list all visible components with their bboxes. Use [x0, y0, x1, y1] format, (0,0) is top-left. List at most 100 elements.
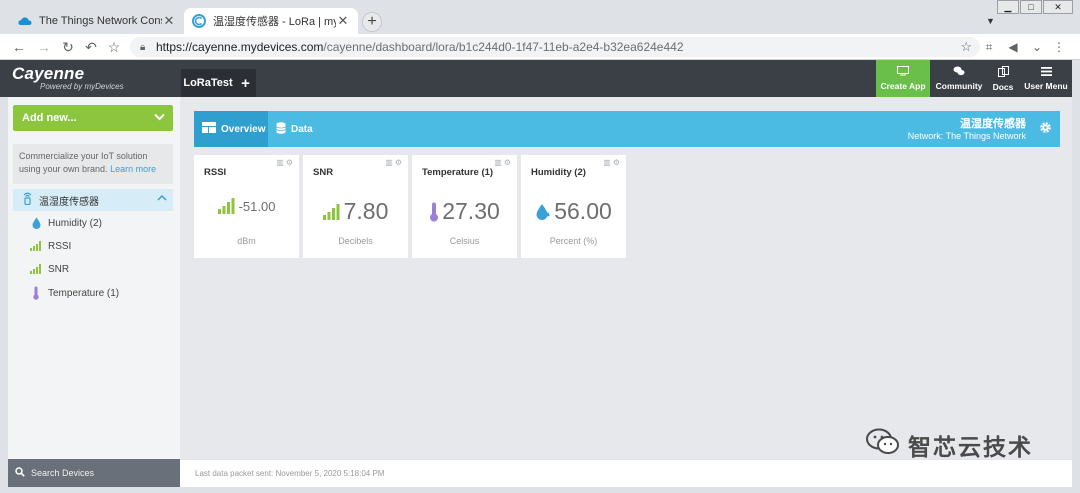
white-label-promo: Commercialize your IoT solution using yo…: [13, 144, 173, 184]
chevron-up-icon[interactable]: [157, 193, 167, 204]
widget-value: 7.80: [343, 198, 389, 224]
sidebar-item-temperature[interactable]: Temperature (1): [30, 284, 119, 302]
device-title: 温湿度传感器: [960, 118, 1026, 130]
kebab-menu-icon[interactable]: ⋮: [1050, 38, 1068, 56]
window-frame-left: [0, 97, 8, 493]
browser-tab-title: The Things Network Console: [39, 15, 162, 27]
signal-bars-icon: [30, 264, 42, 274]
create-app-button[interactable]: Create App: [876, 60, 930, 97]
new-tab-button[interactable]: +: [362, 12, 382, 32]
chart-icon[interactable]: ▥: [276, 158, 286, 167]
watermark-text: 智芯云技术: [908, 434, 1033, 460]
signal-bars-icon: [322, 203, 341, 220]
add-new-button[interactable]: Add new...: [13, 105, 173, 131]
cayenne-logo-icon: [192, 14, 206, 28]
hamburger-icon: [1040, 66, 1052, 79]
chart-icon[interactable]: ▥: [494, 158, 504, 167]
gear-icon[interactable]: [1039, 121, 1052, 137]
widget-tools: ▥⚙: [494, 158, 513, 167]
widget-humidity[interactable]: Humidity (2) ▥⚙ 56.00 Percent (%): [521, 155, 626, 258]
browser-tab-ttn[interactable]: The Things Network Console ✕: [10, 8, 184, 34]
add-project-button[interactable]: +: [235, 69, 256, 97]
undo-icon[interactable]: ↶: [82, 38, 100, 56]
docs-button[interactable]: Docs: [988, 60, 1018, 97]
chat-bubbles-icon: [953, 66, 965, 79]
widget-title: Temperature (1): [422, 167, 494, 178]
device-toolbar: Overview Data 温湿度传感器 Network: The Things…: [194, 111, 1060, 147]
url-field[interactable]: 🔒︎ https://cayenne.mydevices.com/cayenne…: [130, 37, 980, 57]
gear-icon[interactable]: ⚙: [395, 158, 404, 167]
browser-tab-title: 温湿度传感器 - LoRa | myDevic: [213, 16, 336, 28]
overview-icon: [202, 122, 216, 136]
widget-title: SNR: [313, 167, 334, 178]
project-tab[interactable]: LoRaTest: [181, 69, 235, 97]
crop-icon[interactable]: ⌗: [980, 38, 998, 56]
chevron-down-icon: [154, 110, 165, 124]
tab-search-icon[interactable]: ▼: [986, 16, 995, 26]
reload-icon[interactable]: ↻: [59, 38, 77, 56]
cloud-icon: [18, 14, 32, 28]
url-host: https://cayenne.mydevices.com: [156, 40, 324, 54]
app-header: Cayenne Powered by myDevices LoRaTest + …: [0, 60, 1080, 97]
bookmark-star-icon[interactable]: ☆: [105, 38, 123, 56]
close-icon[interactable]: ✕: [162, 13, 176, 29]
back-arrow-icon[interactable]: ←: [10, 38, 28, 56]
sidebar-item-label: RSSI: [48, 240, 72, 252]
dashboard-main: Overview Data 温湿度传感器 Network: The Things…: [180, 97, 1072, 459]
thermometer-icon: [30, 286, 42, 300]
chevrons-down-icon[interactable]: ⌄: [1028, 38, 1046, 56]
docs-icon: [997, 65, 1009, 80]
close-icon[interactable]: ✕: [336, 13, 350, 29]
community-label: Community: [935, 81, 983, 91]
gear-icon[interactable]: ⚙: [613, 158, 622, 167]
widget-rssi[interactable]: RSSI ▥⚙ -51.00 dBm: [194, 155, 299, 258]
chart-icon[interactable]: ▥: [603, 158, 613, 167]
maximize-icon[interactable]: □: [1020, 0, 1042, 14]
brand-name: Cayenne: [12, 64, 85, 83]
network-label: Network: The Things Network: [907, 131, 1026, 141]
gear-icon[interactable]: ⚙: [504, 158, 513, 167]
signal-bars-icon: [30, 241, 42, 251]
browser-tab-cayenne[interactable]: 温湿度传感器 - LoRa | myDevic ✕: [184, 8, 358, 34]
widget-title: RSSI: [204, 167, 227, 178]
widget-temperature[interactable]: Temperature (1) ▥⚙ 27.30 Celsius: [412, 155, 517, 258]
window-frame-bottom: [0, 487, 1080, 493]
sidebar-device-header[interactable]: 温湿度传感器: [13, 189, 173, 211]
widget-value: 56.00: [554, 198, 612, 224]
url-path: /cayenne/dashboard/lora/b1c244d0-1f47-11…: [323, 40, 684, 54]
search-icon: [15, 466, 25, 480]
widget-unit: dBm: [237, 236, 256, 246]
widget-value-row: -51.00: [194, 198, 299, 214]
tab-data[interactable]: Data: [268, 111, 321, 147]
cayenne-logo[interactable]: Cayenne Powered by myDevices: [12, 65, 124, 91]
widget-tools: ▥⚙: [385, 158, 404, 167]
tab-overview[interactable]: Overview: [194, 111, 268, 147]
tab-data-label: Data: [291, 123, 313, 135]
widget-title: Humidity (2): [531, 167, 586, 178]
speaker-icon[interactable]: ◀: [1004, 38, 1022, 56]
search-devices-input[interactable]: Search Devices: [8, 459, 180, 487]
window-close-icon[interactable]: ✕: [1043, 0, 1073, 14]
device-title-block: 温湿度传感器 Network: The Things Network: [908, 118, 1026, 142]
community-button[interactable]: Community: [934, 60, 984, 97]
create-app-label: Create App: [880, 81, 926, 91]
sidebar-item-humidity[interactable]: Humidity (2): [30, 214, 102, 232]
sidebar-item-rssi[interactable]: RSSI: [30, 237, 71, 255]
widget-snr[interactable]: SNR ▥⚙ 7.80 Decibels: [303, 155, 408, 258]
thermometer-icon: [429, 202, 439, 222]
water-drop-icon: [535, 203, 551, 221]
sidebar-item-label: Temperature (1): [48, 287, 120, 299]
sidebar-item-snr[interactable]: SNR: [30, 260, 69, 278]
status-footer: Last data packet sent: November 5, 2020 …: [180, 459, 1072, 487]
learn-more-link[interactable]: Learn more: [110, 164, 156, 174]
chart-icon[interactable]: ▥: [385, 158, 395, 167]
widget-unit: Celsius: [449, 236, 480, 246]
gear-icon[interactable]: ⚙: [286, 158, 295, 167]
user-menu-label: User Menu: [1024, 80, 1068, 91]
user-menu-button[interactable]: User Menu: [1022, 60, 1070, 97]
forward-arrow-icon[interactable]: →: [35, 38, 53, 56]
star-icon[interactable]: ☆: [960, 39, 972, 55]
browser-tab-strip: The Things Network Console ✕ 温湿度传感器 - Lo…: [0, 0, 1080, 34]
minimize-icon[interactable]: ▁: [997, 0, 1019, 14]
search-placeholder: Search Devices: [31, 468, 95, 478]
